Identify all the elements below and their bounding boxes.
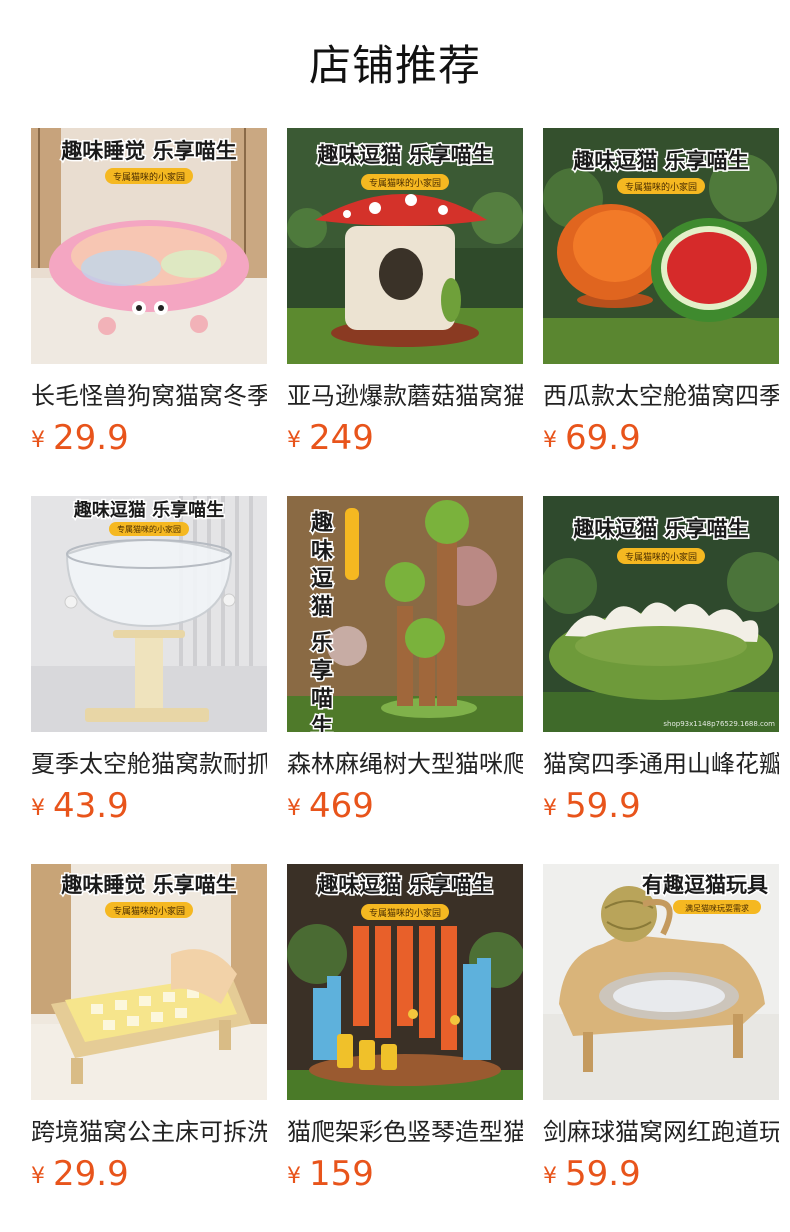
price-value: 29.9 <box>53 1154 129 1194</box>
banner-text: 趣味逗猫 乐享喵生 <box>316 143 492 167</box>
banner-tag: 满足猫咪玩耍需求 <box>685 903 749 913</box>
currency-symbol: ¥ <box>31 428 45 453</box>
product-price: ¥43.9 <box>31 784 129 828</box>
product-price: ¥469 <box>287 784 374 828</box>
product-price: ¥59.9 <box>543 1152 641 1196</box>
product-price: ¥29.9 <box>31 1152 129 1196</box>
banner-tag: 专属猫咪的小家园 <box>369 907 441 919</box>
product-name[interactable]: 长毛怪兽狗窝猫窝冬季 <box>31 376 267 416</box>
price-value: 249 <box>309 418 374 458</box>
product-image[interactable]: 趣味逗猫 乐享喵生 专属猫咪的小家园 shop93x1148p76529.168… <box>543 496 779 732</box>
product-name[interactable]: 亚马逊爆款蘑菇猫窝猫 <box>287 376 523 416</box>
currency-symbol: ¥ <box>287 796 301 821</box>
product-image[interactable]: 趣味逗猫 乐享喵生 专属猫咪的小家园 <box>287 864 523 1100</box>
price-value: 59.9 <box>565 1154 641 1194</box>
product-price: ¥29.9 <box>31 416 129 460</box>
product-card[interactable]: 趣味睡觉 乐享喵生 专属猫咪的小家园 长毛怪兽狗窝猫窝冬季 ¥29.9 <box>31 128 267 496</box>
product-name[interactable]: 夏季太空舱猫窝款耐抓 <box>31 744 267 784</box>
price-value: 159 <box>309 1154 374 1194</box>
product-image[interactable]: 趣味逗猫 乐享喵生 专属猫咪的小家园 <box>31 496 267 732</box>
banner-tag: 专属猫咪的小家园 <box>117 524 181 534</box>
price-value: 69.9 <box>565 418 641 458</box>
product-image[interactable]: 趣味逗猫 乐享喵生 专属猫咪的小家园 <box>543 128 779 364</box>
product-name[interactable]: 森林麻绳树大型猫咪爬 <box>287 744 523 784</box>
product-card[interactable]: 趣味逗猫 乐享喵生 专属猫咪的小家园 夏季太空舱猫窝款耐抓 ¥43.9 <box>31 496 267 864</box>
banner-tag: 专属猫咪的小家园 <box>625 551 697 563</box>
product-card[interactable]: 趣味逗猫 乐享喵生 专属猫咪的小家园 亚马逊爆款蘑菇猫窝猫 ¥249 <box>287 128 523 496</box>
price-value: 29.9 <box>53 418 129 458</box>
banner-text: 趣味逗猫 乐享喵生 <box>316 873 492 897</box>
banner-text: 趣味逗猫 乐享喵生 <box>73 499 224 521</box>
product-image[interactable]: 趣味睡觉 乐享喵生 专属猫咪的小家园 <box>31 864 267 1100</box>
currency-symbol: ¥ <box>543 796 557 821</box>
currency-symbol: ¥ <box>543 1164 557 1189</box>
product-image[interactable]: 有趣逗猫玩具 满足猫咪玩耍需求 <box>543 864 779 1100</box>
price-value: 59.9 <box>565 786 641 826</box>
banner-text: 趣味睡觉 乐享喵生 <box>60 139 236 163</box>
product-image[interactable]: 趣 味 逗 猫 乐 享 喵 生 <box>287 496 523 732</box>
banner-tag: 专属猫咪的小家园 <box>625 181 697 193</box>
product-card[interactable]: 趣味睡觉 乐享喵生 专属猫咪的小家园 跨境猫窝公主床可拆洗 ¥29.9 <box>31 864 267 1232</box>
product-card[interactable]: 趣味逗猫 乐享喵生 专属猫咪的小家园 西瓜款太空舱猫窝四季 ¥69.9 <box>543 128 779 496</box>
banner-tag: 专属猫咪的小家园 <box>113 171 185 183</box>
banner-text: 趣味逗猫 乐享喵生 <box>572 517 748 541</box>
banner-text: 趣味睡觉 乐享喵生 <box>60 873 236 897</box>
banner-text: 有趣逗猫玩具 <box>642 873 768 897</box>
product-card[interactable]: 趣味逗猫 乐享喵生 专属猫咪的小家园 shop93x1148p76529.168… <box>543 496 779 864</box>
product-name[interactable]: 剑麻球猫窝网红跑道玩 <box>543 1112 779 1152</box>
product-price: ¥59.9 <box>543 784 641 828</box>
product-card[interactable]: 趣 味 逗 猫 乐 享 喵 生 森林麻绳树大型猫咪爬 ¥469 <box>287 496 523 864</box>
page-title: 店铺推荐 <box>308 41 481 90</box>
currency-symbol: ¥ <box>287 428 301 453</box>
product-price: ¥249 <box>287 416 374 460</box>
product-image[interactable]: 趣味睡觉 乐享喵生 专属猫咪的小家园 <box>31 128 267 364</box>
product-card[interactable]: 有趣逗猫玩具 满足猫咪玩耍需求 剑麻球猫窝网红跑道玩 ¥59.9 <box>543 864 779 1232</box>
product-price: ¥159 <box>287 1152 374 1196</box>
product-card[interactable]: 趣味逗猫 乐享喵生 专属猫咪的小家园 猫爬架彩色竖琴造型猫 ¥159 <box>287 864 523 1232</box>
price-value: 43.9 <box>53 786 129 826</box>
currency-symbol: ¥ <box>287 1164 301 1189</box>
image-watermark: shop93x1148p76529.1688.com <box>663 720 775 728</box>
price-value: 469 <box>309 786 374 826</box>
product-grid: 趣味睡觉 乐享喵生 专属猫咪的小家园 长毛怪兽狗窝猫窝冬季 ¥29.9 趣味逗猫… <box>31 128 779 1232</box>
banner-tag: 专属猫咪的小家园 <box>369 177 441 189</box>
banner-text: 趣味逗猫 乐享喵生 <box>572 149 748 173</box>
product-name[interactable]: 猫窝四季通用山峰花瓣 <box>543 744 779 784</box>
product-name[interactable]: 跨境猫窝公主床可拆洗 <box>31 1112 267 1152</box>
currency-symbol: ¥ <box>31 796 45 821</box>
product-name[interactable]: 猫爬架彩色竖琴造型猫 <box>287 1112 523 1152</box>
product-name[interactable]: 西瓜款太空舱猫窝四季 <box>543 376 779 416</box>
currency-symbol: ¥ <box>31 1164 45 1189</box>
product-image[interactable]: 趣味逗猫 乐享喵生 专属猫咪的小家园 <box>287 128 523 364</box>
currency-symbol: ¥ <box>543 428 557 453</box>
product-price: ¥69.9 <box>543 416 641 460</box>
banner-tag: 专属猫咪的小家园 <box>113 905 185 917</box>
